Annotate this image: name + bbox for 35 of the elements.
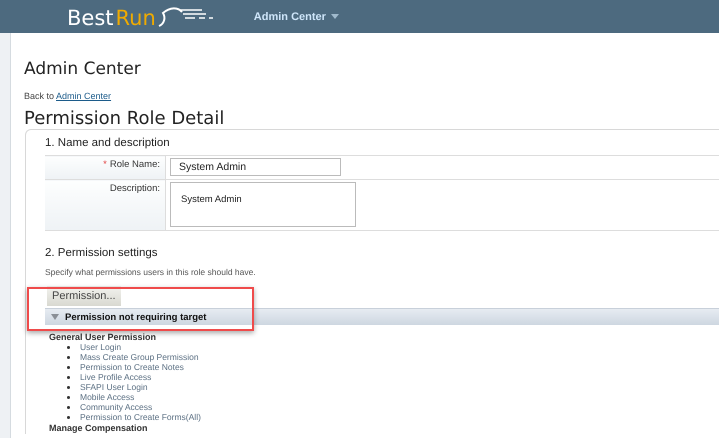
back-label: Back to [24,91,54,101]
bullet-icon [67,406,70,408]
bullet-icon [67,366,70,368]
permission-item: User Login [80,342,122,352]
nav-menu[interactable]: Admin Center [254,10,339,22]
bullet-icon [67,416,70,418]
category-title: Manage Compensation [49,423,149,433]
caret-icon [330,14,339,19]
permission-item: Permission to Create Forms(All) [80,412,201,422]
section-heading: 2. Permission settings [45,246,158,260]
brand-logo: Best Run [67,4,218,30]
section-title: Permission Role Detail [24,109,226,129]
bullet-icon [67,346,70,348]
permission-item: SFAPI User Login [80,382,148,392]
bullet-icon [67,386,70,388]
permission-item: Community Access [80,402,152,412]
group-header[interactable]: Permission not requiring target [45,308,719,325]
admin-center-link[interactable]: Admin Center [56,91,112,101]
bullet-icon [67,396,70,398]
required-mark: * [103,159,107,170]
section-heading: 1. Name and description [45,136,171,150]
field-label: Role Name: [110,159,160,170]
bullet-icon [67,356,70,358]
permission-item: Live Profile Access [80,372,152,382]
field-label: Description: [110,183,160,194]
bullet-icon [67,376,70,378]
permission-button[interactable]: Permission... [47,286,121,306]
permission-item: Permission to Create Notes [80,362,184,372]
page-title: Admin Center [24,58,142,81]
hint-text: Specify what permissions users in this role should have. [45,267,257,277]
description-field[interactable]: System Admin [170,182,356,227]
category-title: General User Permission [49,332,158,342]
role-name-field[interactable]: System Admin [170,158,341,176]
permission-item: Mass Create Group Permission [80,352,199,362]
permission-item: Mobile Access [80,392,134,402]
